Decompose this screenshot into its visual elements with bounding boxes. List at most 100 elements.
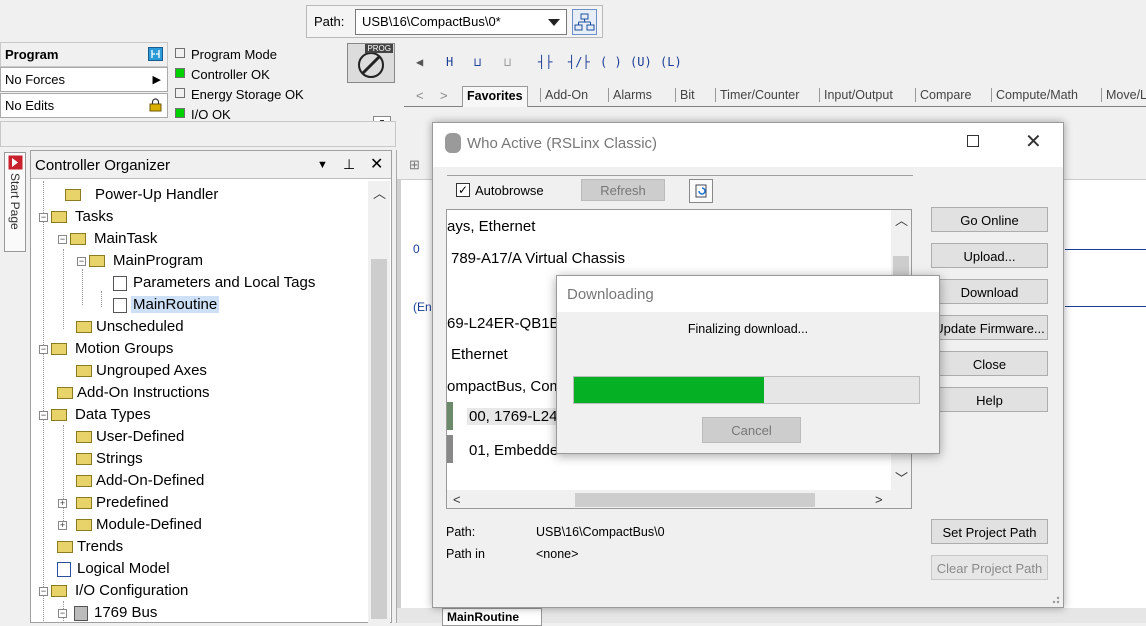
tab-add-on[interactable]: Add-On xyxy=(540,88,592,102)
folder-icon xyxy=(76,365,92,377)
tab-scroll-left-icon[interactable]: < xyxy=(416,88,424,103)
tab-move-logical[interactable]: Move/L xyxy=(1101,88,1146,102)
xio-instruction[interactable]: ┤/├ xyxy=(568,55,590,69)
autobrowse-checkbox[interactable]: ✓ xyxy=(456,183,470,197)
close-button[interactable]: Close xyxy=(931,351,1048,376)
tab-compute-math[interactable]: Compute/Math xyxy=(991,88,1082,102)
start-page-tab[interactable]: Start Page xyxy=(4,152,26,252)
scroll-thumb[interactable] xyxy=(575,493,815,507)
tree-node[interactable]: 789-A17/A Virtual Chassis xyxy=(451,250,625,267)
xic-instruction[interactable]: ┤├ xyxy=(538,55,552,69)
download-progress-bar xyxy=(573,376,920,404)
upload-button[interactable]: Upload... xyxy=(931,243,1048,268)
maximize-icon[interactable] xyxy=(967,135,979,147)
rung-line xyxy=(1065,249,1146,250)
forces-status[interactable]: No Forces ▶ xyxy=(0,67,168,92)
close-icon[interactable]: ✕ xyxy=(370,154,383,174)
tree-label: I/O Configuration xyxy=(75,582,189,599)
editor-tool-icon[interactable]: ⊞ xyxy=(409,157,420,173)
start-page-icon xyxy=(8,155,23,170)
download-button[interactable]: Download xyxy=(931,279,1048,304)
collapse-icon[interactable]: − xyxy=(77,257,86,266)
tree-node[interactable]: ays, Ethernet xyxy=(447,218,535,235)
tree-node[interactable]: Ethernet xyxy=(451,346,508,363)
tree-node[interactable]: 69-L24ER-QB1B xyxy=(447,315,560,332)
clear-project-path-button[interactable]: Clear Project Path xyxy=(931,555,1048,580)
scroll-left-icon[interactable]: < xyxy=(453,492,461,507)
path-label: Path: xyxy=(446,525,476,539)
tab-input-output[interactable]: Input/Output xyxy=(819,88,897,102)
tab-scroll-right-icon[interactable]: > xyxy=(440,88,448,103)
tree-line xyxy=(82,269,83,305)
scroll-up-icon[interactable]: ︿ xyxy=(373,183,386,202)
go-online-button[interactable]: Go Online xyxy=(931,207,1048,232)
update-firmware-button[interactable]: Update Firmware... xyxy=(931,315,1048,340)
resize-grip-icon[interactable] xyxy=(1047,591,1061,605)
expand-icon[interactable]: + xyxy=(58,499,67,508)
tree-label: Unscheduled xyxy=(96,318,184,335)
tab-timer-counter[interactable]: Timer/Counter xyxy=(715,88,803,102)
collapse-icon[interactable]: − xyxy=(39,345,48,354)
otu-instruction[interactable]: (U) xyxy=(630,55,652,69)
mode-label: Program xyxy=(5,47,59,62)
expand-icon[interactable]: + xyxy=(58,521,67,530)
help-button[interactable]: Help xyxy=(931,387,1048,412)
rung-number: 0 xyxy=(413,242,420,256)
edits-status[interactable]: No Edits xyxy=(0,93,168,118)
tab-compare[interactable]: Compare xyxy=(915,88,975,102)
path-combo[interactable]: USB\16\CompactBus\0* xyxy=(355,9,567,35)
collapse-icon[interactable]: − xyxy=(39,213,48,222)
scroll-right-icon[interactable]: > xyxy=(875,492,883,507)
energy-storage-indicator xyxy=(175,88,185,98)
scroll-up-icon[interactable]: ︿ xyxy=(895,210,908,229)
folder-icon xyxy=(76,321,92,333)
network-browse-button[interactable] xyxy=(572,9,597,35)
refresh-icon-button[interactable] xyxy=(689,179,713,203)
chevron-right-icon[interactable]: ▶ xyxy=(153,73,161,86)
refresh-icon xyxy=(695,184,707,198)
tree-label: Motion Groups xyxy=(75,340,174,357)
autobrowse-label: Autobrowse xyxy=(475,183,544,198)
tree-label: Add-On-Defined xyxy=(96,472,205,489)
path-label: Path: xyxy=(314,14,345,29)
tree-horizontal-scrollbar[interactable]: < > xyxy=(447,490,911,508)
separator xyxy=(447,175,913,176)
folder-icon xyxy=(51,409,67,421)
collapse-icon[interactable]: − xyxy=(39,587,48,596)
branch-level-instruction[interactable]: ⊔ xyxy=(504,55,511,69)
collapse-icon[interactable]: − xyxy=(58,235,67,244)
task-folder-icon xyxy=(70,233,86,245)
chevron-down-icon[interactable] xyxy=(548,19,560,26)
scroll-thumb[interactable] xyxy=(371,259,387,619)
refresh-button[interactable]: Refresh xyxy=(581,179,665,201)
collapse-icon[interactable]: − xyxy=(39,411,48,420)
program-mode-indicator xyxy=(175,48,185,58)
scroll-left-icon[interactable]: ◀ xyxy=(416,55,423,69)
mode-status[interactable]: Program xyxy=(0,42,168,67)
pin-icon[interactable]: ⊥ xyxy=(343,156,355,173)
otl-instruction[interactable]: (L) xyxy=(660,55,682,69)
scroll-down-icon[interactable]: ﹀ xyxy=(895,468,908,487)
cancel-button[interactable]: Cancel xyxy=(702,417,801,443)
set-project-path-button[interactable]: Set Project Path xyxy=(931,519,1048,544)
dropdown-icon[interactable]: ▼ xyxy=(317,159,328,171)
path-value: USB\16\CompactBus\0* xyxy=(362,14,501,29)
organizer-scrollbar[interactable]: ︿ xyxy=(368,181,390,624)
instruction-tabs: < > Favorites Add-On Alarms Bit Timer/Co… xyxy=(404,86,1146,107)
ote-instruction[interactable]: ( ) xyxy=(600,55,622,69)
tab-favorites[interactable]: Favorites xyxy=(462,86,528,107)
path-toolbar: Path: USB\16\CompactBus\0* xyxy=(0,0,1146,42)
tree-node[interactable]: ompactBus, Com xyxy=(447,378,562,395)
tree-node[interactable]: 01, Embedde xyxy=(469,442,558,459)
tab-mainroutine[interactable]: MainRoutine xyxy=(442,608,542,626)
energy-storage-label: Energy Storage OK xyxy=(191,87,304,102)
tab-bit[interactable]: Bit xyxy=(675,88,699,102)
folder-icon xyxy=(57,541,73,553)
mode-switch-icon[interactable] xyxy=(148,47,163,61)
rung-instruction[interactable]: H xyxy=(446,55,453,69)
branch-instruction[interactable]: ⊔ xyxy=(474,55,481,69)
collapse-icon[interactable]: − xyxy=(58,609,67,618)
tree-label: Tasks xyxy=(75,208,114,225)
close-icon[interactable]: ✕ xyxy=(1025,129,1042,154)
tab-alarms[interactable]: Alarms xyxy=(608,88,656,102)
